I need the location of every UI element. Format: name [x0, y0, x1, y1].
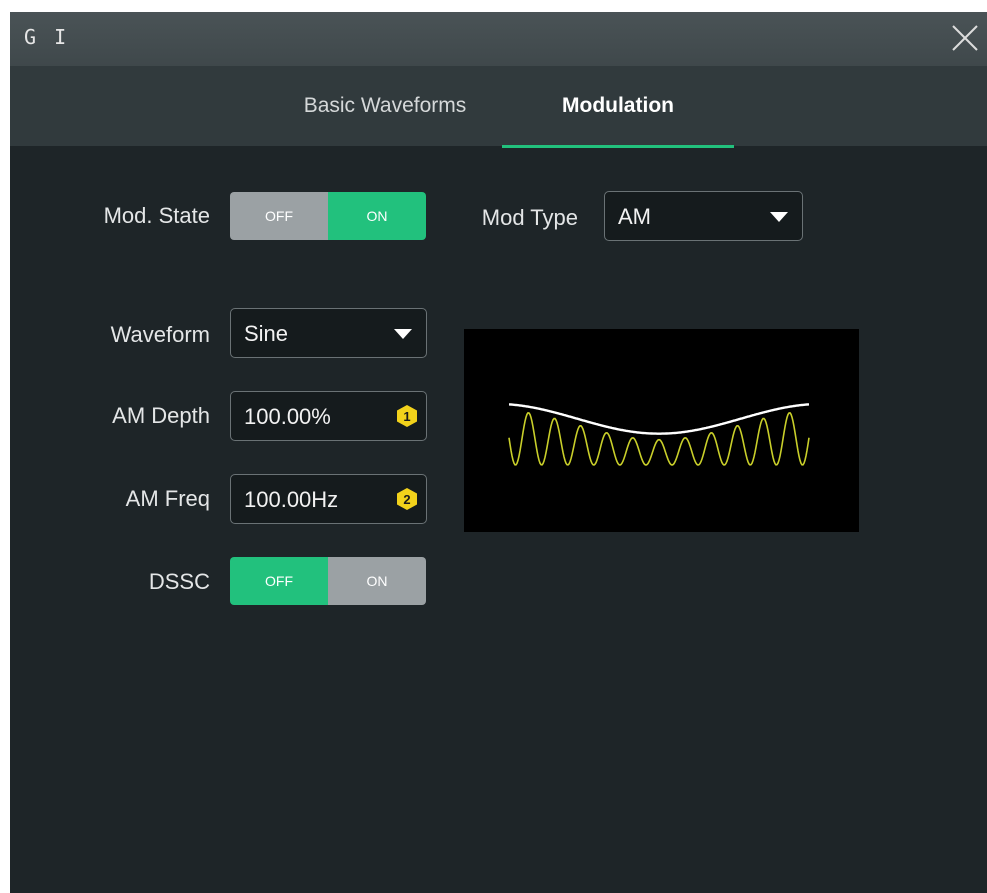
tab-modulation-label: Modulation — [562, 94, 674, 117]
tab-basic-waveforms[interactable]: Basic Waveforms — [270, 66, 500, 146]
close-icon[interactable] — [949, 22, 981, 54]
waveform-preview — [464, 329, 859, 532]
am-depth-badge-text: 1 — [403, 409, 410, 424]
dssc-toggle[interactable]: OFF ON — [230, 557, 426, 605]
mod-state-label: Mod. State — [103, 203, 210, 228]
am-depth-field[interactable]: 100.00% 1 — [230, 391, 427, 441]
tab-basic-waveforms-label: Basic Waveforms — [303, 94, 467, 117]
dssc-label: DSSC — [148, 569, 210, 594]
am-freq-field[interactable]: 100.00Hz 2 — [230, 474, 427, 524]
hexagon-number-icon: 2 — [396, 487, 418, 511]
mod-type-value: AM — [618, 204, 651, 229]
title-bar: G I — [10, 12, 987, 66]
waveform-dropdown[interactable]: Sine — [230, 308, 427, 358]
window-title: G I — [24, 25, 70, 49]
modulation-dialog: G I Basic Waveforms Modulation Mod. Stat… — [10, 12, 987, 893]
am-depth-label: AM Depth — [112, 403, 210, 428]
dssc-on-option[interactable]: ON — [328, 557, 426, 605]
hexagon-number-icon: 1 — [396, 404, 418, 428]
dssc-off-option[interactable]: OFF — [230, 557, 328, 605]
active-tab-indicator — [502, 145, 734, 148]
mod-type-dropdown[interactable]: AM — [604, 191, 803, 241]
am-freq-value: 100.00Hz — [244, 487, 339, 512]
tab-bar: Basic Waveforms Modulation — [10, 66, 987, 148]
waveform-label: Waveform — [110, 322, 210, 347]
am-waveform-graphic — [508, 403, 810, 466]
mod-state-off-option[interactable]: OFF — [230, 192, 328, 240]
waveform-value: Sine — [244, 321, 289, 346]
caret-down-icon — [770, 212, 788, 222]
am-freq-label: AM Freq — [125, 486, 210, 511]
am-freq-badge-text: 2 — [403, 492, 410, 507]
caret-down-icon — [394, 329, 412, 339]
am-depth-value: 100.00% — [244, 404, 331, 429]
mod-type-label: Mod Type — [481, 205, 578, 230]
tab-modulation[interactable]: Modulation — [502, 66, 734, 148]
